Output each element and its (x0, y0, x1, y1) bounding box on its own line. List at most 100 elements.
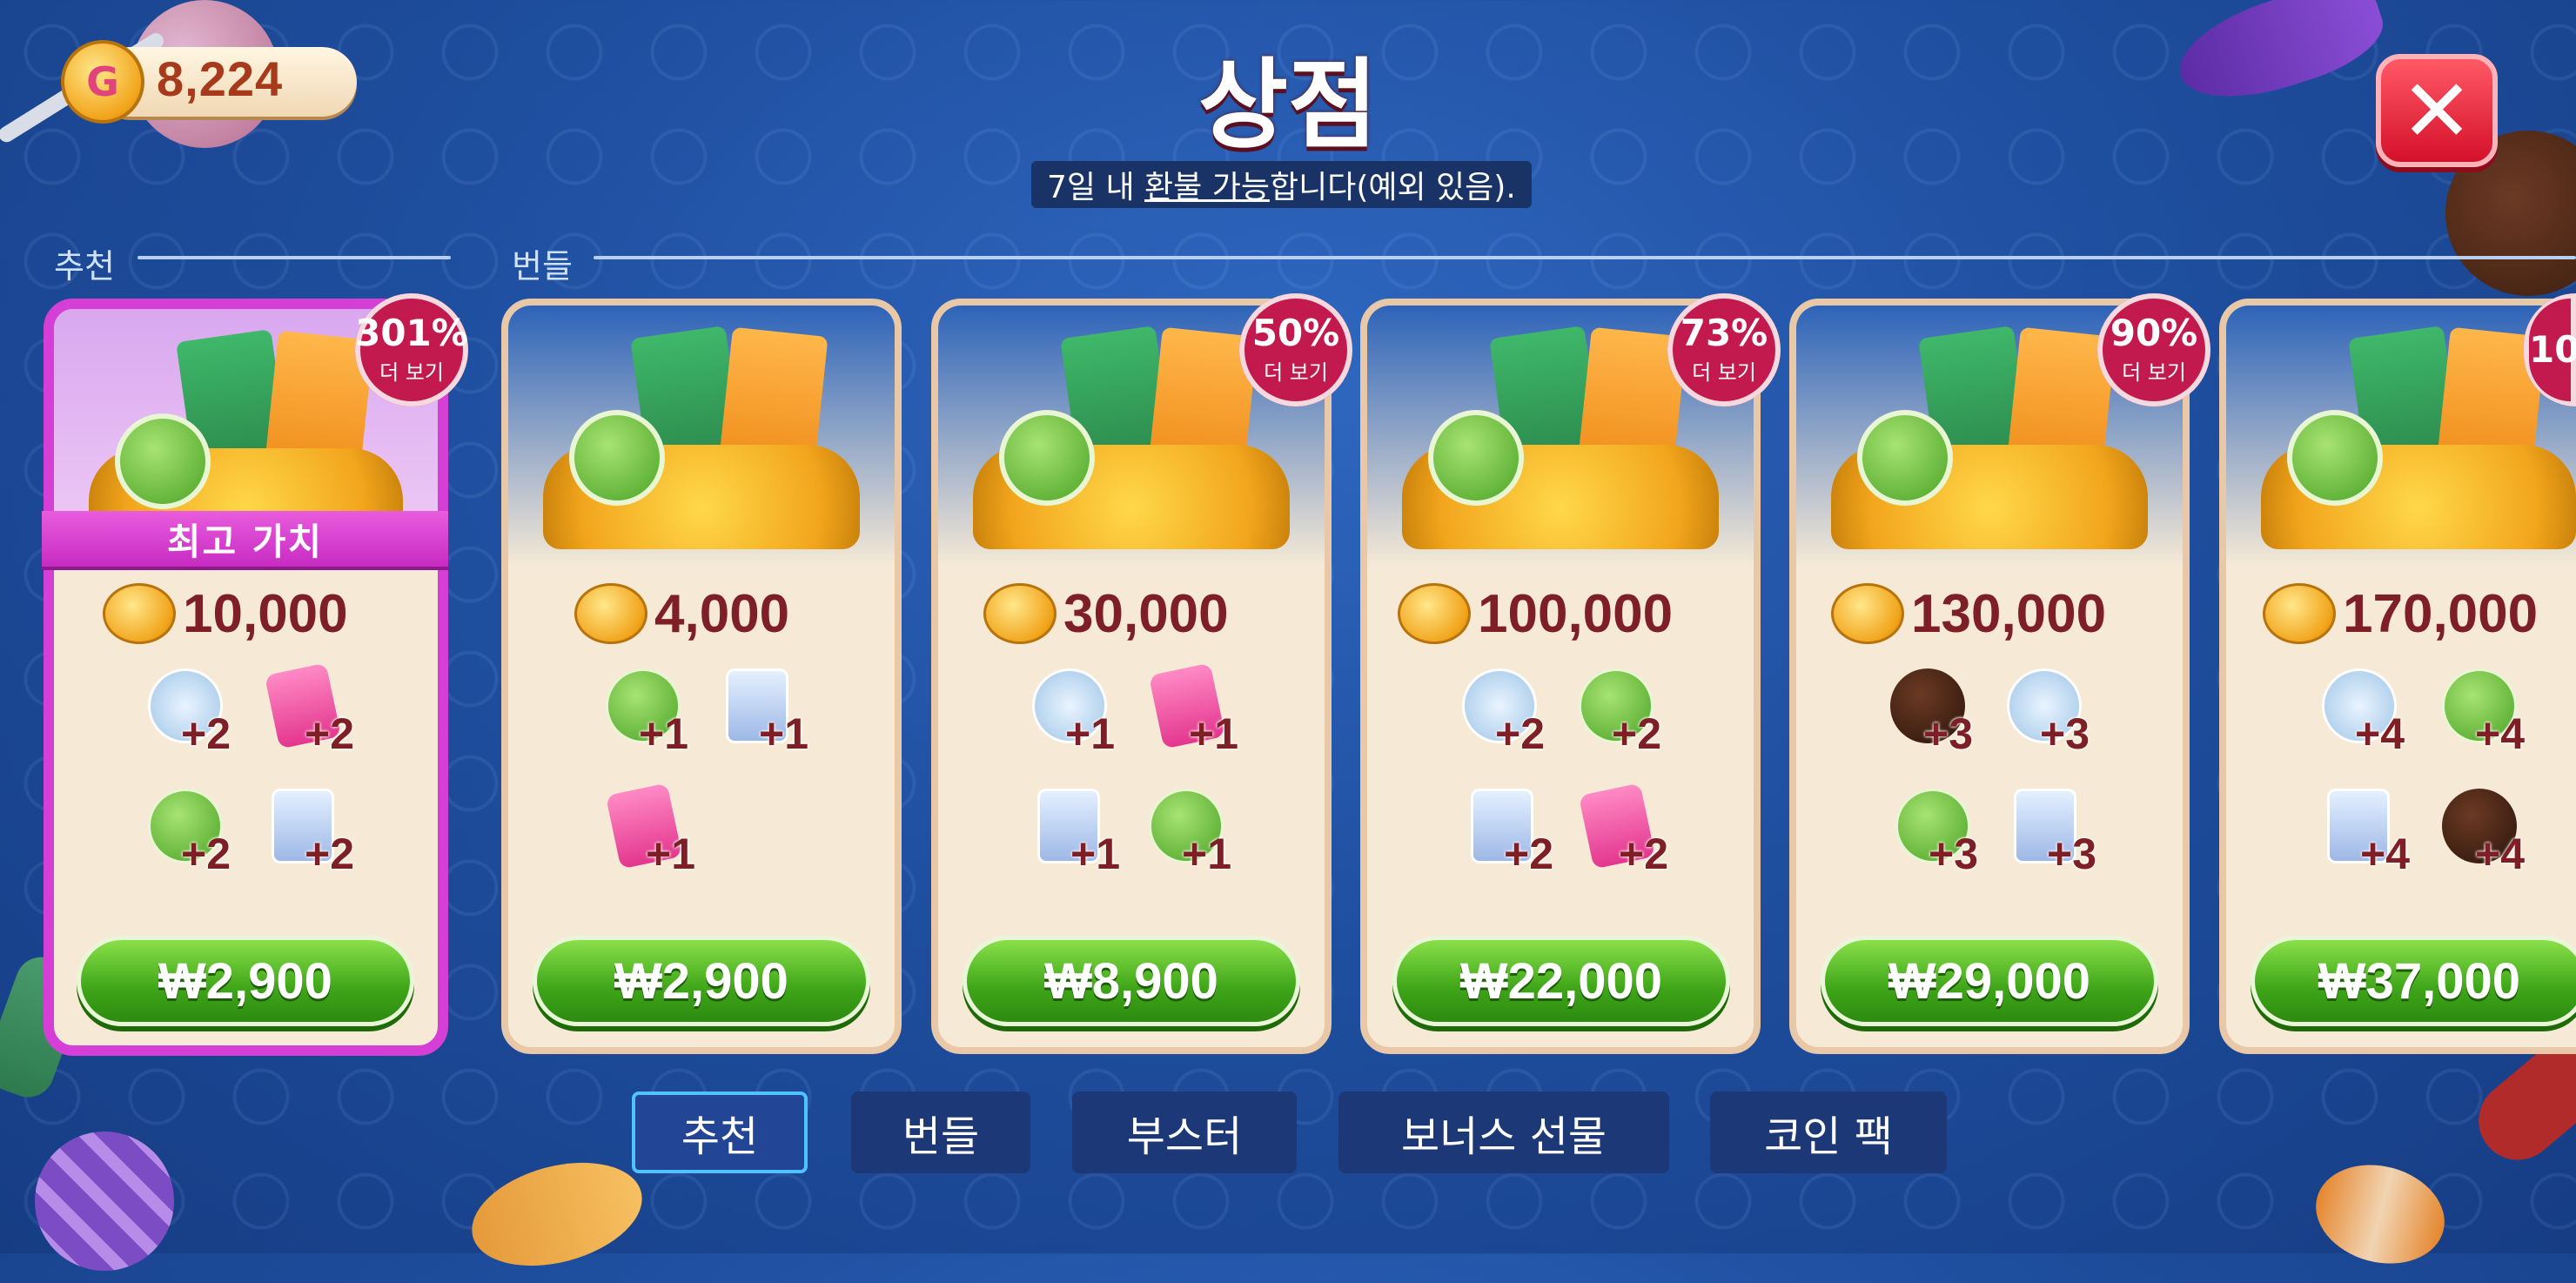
reward-qty: +4 (2355, 709, 2405, 758)
reward-item: +1 (1148, 662, 1251, 764)
reward-item: +2 (148, 789, 244, 884)
section-divider-bundles (594, 256, 2576, 259)
refund-prefix: 7일 내 (1047, 170, 1145, 205)
section-label-recommended: 추천 (54, 247, 115, 285)
bonus-more-label: 더 보기 (379, 359, 444, 385)
bonus-more-label: 더 보기 (2122, 359, 2186, 385)
reward-qty: +2 (305, 709, 355, 758)
undo-icon (569, 410, 665, 506)
bonus-percent: 50% (1251, 311, 1340, 354)
coin-amount: 4,000 (574, 574, 789, 653)
section-divider-recommended (138, 256, 451, 259)
reward-item: +3 (2007, 668, 2103, 764)
close-icon: ✕ (2400, 59, 2473, 162)
reward-qty: +3 (2040, 709, 2090, 758)
refund-suffix: 합니다(예외 있음). (1269, 170, 1516, 205)
reward-item: +2 (272, 789, 367, 884)
offer-image (508, 306, 895, 567)
reward-item: +1 (1149, 789, 1244, 884)
coin-amount-value: 100,000 (1478, 583, 1674, 644)
undo-icon (1857, 410, 1953, 506)
reward-item: +4 (2442, 789, 2538, 884)
reward-item: +2 (1471, 789, 1566, 884)
undo-icon (2287, 410, 2383, 506)
reward-item: +3 (1895, 789, 1991, 884)
buy-button[interactable]: ₩2,900 (533, 936, 870, 1026)
coin-stack-icon (1398, 583, 1471, 644)
reward-qty: +2 (1495, 709, 1546, 758)
reward-qty: +1 (1065, 709, 1116, 758)
bonus-badge[interactable]: 90% 더 보기 (2097, 293, 2210, 406)
coin-amount: 10,000 (103, 574, 348, 653)
undo-icon (999, 410, 1095, 506)
buy-button[interactable]: ₩37,000 (2251, 936, 2576, 1026)
reward-qty: +1 (1182, 830, 1232, 878)
reward-item: +2 (1578, 783, 1681, 884)
buy-button[interactable]: ₩22,000 (1392, 936, 1730, 1026)
reward-item: +1 (1037, 789, 1133, 884)
reward-item: +3 (2014, 789, 2110, 884)
tab-bonus-gifts[interactable]: 보너스 선물 (1338, 1092, 1669, 1173)
reward-qty: +2 (1619, 830, 1669, 878)
coin-amount-value: 10,000 (183, 583, 348, 644)
bonus-percent: 10 (2529, 328, 2576, 371)
buy-button[interactable]: ₩8,900 (963, 936, 1300, 1026)
reward-qty: +4 (2475, 830, 2526, 878)
tab-recommended[interactable]: 추천 (632, 1092, 808, 1173)
reward-item: +2 (264, 662, 367, 764)
page-title: 상점 (1197, 49, 1379, 162)
undo-icon (115, 413, 211, 509)
reward-qty: +2 (305, 830, 355, 878)
reward-item: +4 (2327, 789, 2423, 884)
reward-qty: +2 (1612, 709, 1662, 758)
reward-qty: +2 (181, 709, 231, 758)
reward-item: +2 (148, 668, 244, 764)
tab-coin-packs[interactable]: 코인 팩 (1710, 1092, 1947, 1173)
reward-item: +1 (606, 668, 701, 764)
tab-boosters[interactable]: 부스터 (1072, 1092, 1297, 1173)
reward-qty: +1 (646, 830, 696, 878)
reward-qty: +1 (639, 709, 689, 758)
refund-notice: 7일 내 환불 가능 합니다(예외 있음). (1031, 161, 1532, 208)
bonus-percent: 301% (355, 311, 468, 354)
reward-item: +4 (2322, 668, 2418, 764)
reward-qty: +2 (1504, 830, 1554, 878)
reward-item: +4 (2442, 668, 2538, 764)
reward-item: +3 (1890, 668, 1986, 764)
reward-item: +2 (1579, 668, 1674, 764)
reward-qty: +3 (2047, 830, 2097, 878)
bonus-percent: 73% (1680, 311, 1768, 354)
coin-amount-value: 4,000 (654, 583, 790, 644)
bonus-badge[interactable]: 50% 더 보기 (1239, 293, 1352, 406)
reward-item: +2 (1462, 668, 1558, 764)
reward-qty: +3 (1923, 709, 1974, 758)
bonus-badge[interactable]: 301% 더 보기 (355, 293, 468, 406)
coin-amount: 100,000 (1398, 574, 1673, 653)
reward-qty: +1 (1189, 709, 1239, 758)
buy-button[interactable]: ₩2,900 (77, 936, 414, 1026)
bonus-more-label: 더 보기 (1692, 359, 1756, 385)
bonus-percent: 90% (2110, 311, 2198, 354)
close-button[interactable]: ✕ (2376, 54, 2498, 167)
coin-stack-icon (103, 583, 176, 644)
reward-qty: +1 (759, 709, 809, 758)
refund-link[interactable]: 환불 가능 (1144, 162, 1270, 207)
tab-bundles[interactable]: 번들 (851, 1092, 1030, 1173)
reward-qty: +3 (1929, 830, 1979, 878)
undo-icon (1428, 410, 1524, 506)
best-value-ribbon: 최고 가치 (42, 511, 448, 567)
coin-amount: 170,000 (2263, 574, 2538, 653)
coin-amount-value: 30,000 (1063, 583, 1229, 644)
coin-amount-value: 130,000 (1911, 583, 2107, 644)
shop-tabs: 추천 번들 부스터 보너스 선물 코인 팩 (0, 1092, 2576, 1173)
reward-qty: +1 (1070, 830, 1121, 878)
reward-qty: +4 (2475, 709, 2526, 758)
bonus-badge[interactable]: 73% 더 보기 (1667, 293, 1781, 406)
coin-stack-icon (574, 583, 647, 644)
coin-stack-icon (983, 583, 1057, 644)
coin-amount-value: 170,000 (2343, 583, 2539, 644)
buy-button[interactable]: ₩29,000 (1821, 936, 2158, 1026)
coin-stack-icon (1831, 583, 1904, 644)
coin-amount: 30,000 (983, 574, 1229, 653)
reward-qty: +2 (181, 830, 231, 878)
